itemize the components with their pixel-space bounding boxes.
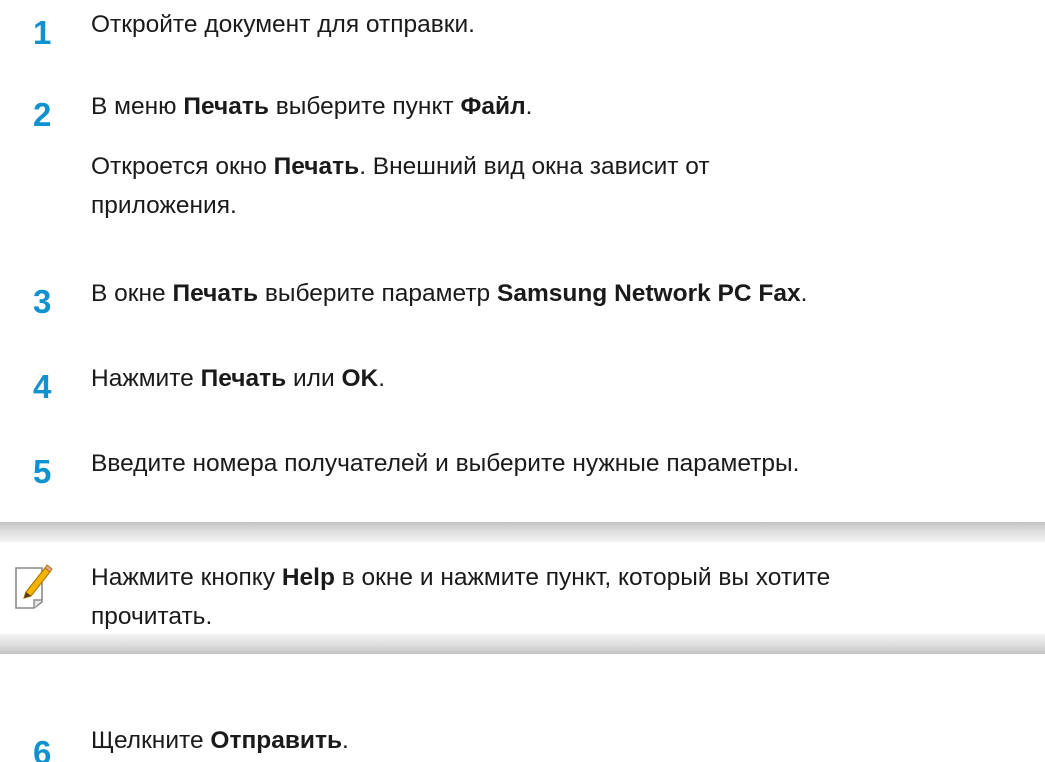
- step-number: 1: [33, 14, 52, 51]
- step-text: Введите номера получателей и выберите ну…: [91, 450, 800, 477]
- instruction-page: 1 Откройте документ для отправки. 2 В ме…: [0, 0, 1045, 762]
- step-text: Откройте документ для отправки.: [91, 11, 475, 38]
- menu-name: Печать: [183, 93, 269, 120]
- step-number: 4: [33, 368, 52, 405]
- step-number: 2: [33, 96, 52, 133]
- button-name: Печать: [200, 365, 287, 392]
- step-number: 5: [33, 453, 52, 490]
- step-text: В окне Печать выберите параметр Samsung …: [91, 280, 808, 307]
- step-number: 3: [33, 283, 52, 320]
- note-box: Нажмите кнопку Help в окне и нажмите пун…: [0, 522, 1045, 654]
- window-name: Печать: [172, 280, 259, 307]
- button-name: OK: [341, 365, 379, 392]
- note-pencil-icon: [12, 562, 54, 610]
- step-description: Откроется окно Печать. Внешний вид окна …: [91, 153, 710, 180]
- step-text: Нажмите Печать или OK.: [91, 365, 386, 392]
- help-button-name: Help: [281, 564, 335, 591]
- note-bottom-band: [0, 634, 1045, 654]
- window-name: Печать: [273, 153, 360, 180]
- printer-name: Samsung Network PC Fax: [496, 280, 801, 307]
- note-text: Нажмите кнопку Help в окне и нажмите пун…: [91, 564, 831, 630]
- menu-item-name: Файл: [460, 93, 526, 120]
- button-name: Отправить: [210, 727, 343, 754]
- step-number: 6: [33, 734, 52, 762]
- step-text: В меню Печать выберите пункт Файл.: [91, 93, 533, 120]
- step-description-cont: приложения.: [91, 192, 237, 219]
- step-text: Щелкните Отправить.: [91, 727, 349, 754]
- note-top-band: [0, 522, 1045, 542]
